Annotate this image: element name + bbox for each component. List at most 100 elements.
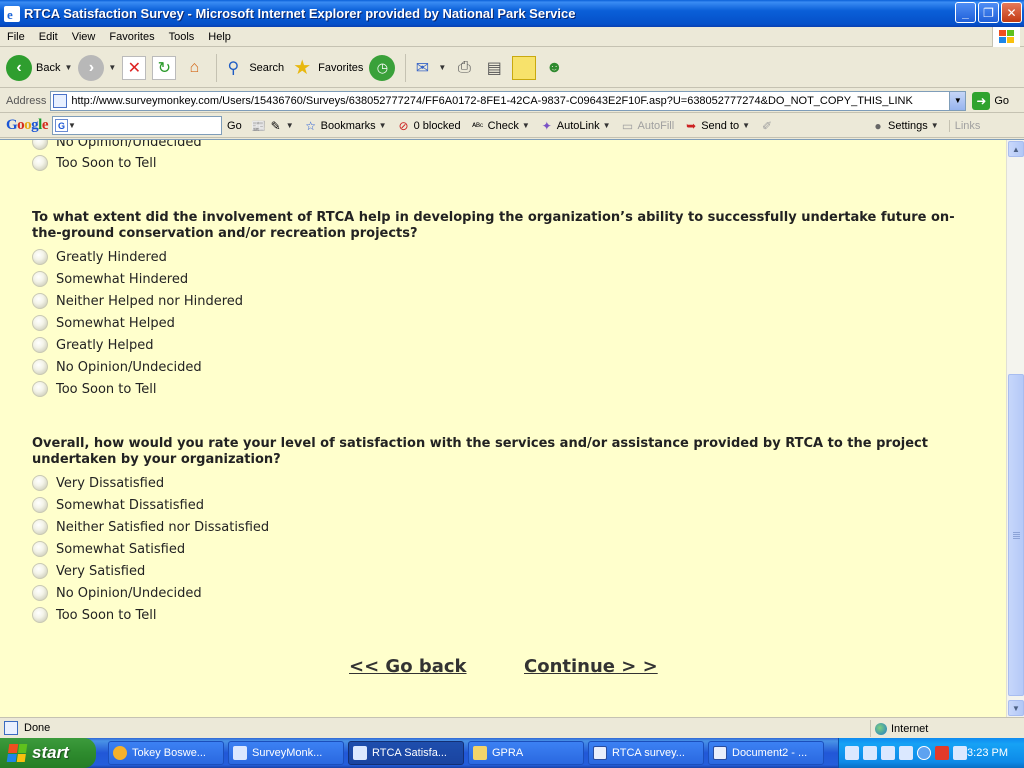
network-icon[interactable] <box>899 746 913 760</box>
radio-button[interactable] <box>32 271 48 287</box>
survey-option[interactable]: Very Dissatisfied <box>32 473 164 493</box>
taskbar-button[interactable]: RTCA survey... <box>588 741 704 765</box>
google-options-button[interactable]: 📰 ✎ ▼ <box>251 119 293 133</box>
scroll-down-button[interactable]: ▼ <box>1008 700 1024 716</box>
chevron-left-icon[interactable] <box>917 746 931 760</box>
survey-option[interactable]: Somewhat Hindered <box>32 269 188 289</box>
radio-button[interactable] <box>32 607 48 623</box>
survey-option[interactable]: No Opinion/Undecided <box>32 357 202 377</box>
taskbar-button[interactable]: Tokey Boswe... <box>108 741 224 765</box>
close-button[interactable]: ✕ <box>1001 2 1022 23</box>
messenger-button[interactable]: ☻ <box>542 51 566 85</box>
edit-icon[interactable] <box>881 746 895 760</box>
radio-button[interactable] <box>32 249 48 265</box>
menu-help[interactable]: Help <box>201 31 238 43</box>
chevron-down-icon[interactable]: ▼ <box>108 63 116 72</box>
bookmarks-button[interactable]: ☆ Bookmarks ▼ <box>304 119 386 133</box>
settings-button[interactable]: ● Settings ▼ <box>871 118 938 133</box>
chevron-down-icon[interactable]: ▼ <box>438 63 446 72</box>
go-arrow-icon: ➜ <box>972 91 991 110</box>
taskbar-button[interactable]: Document2 - ... <box>708 741 824 765</box>
google-go-button[interactable]: Go <box>227 120 242 132</box>
radio-button[interactable] <box>32 541 48 557</box>
taskbar-button[interactable]: RTCA Satisfa... <box>348 741 464 765</box>
radio-button[interactable] <box>32 563 48 579</box>
radio-button[interactable] <box>32 519 48 535</box>
go-back-link[interactable]: << Go back <box>349 656 467 677</box>
option-label: Somewhat Satisfied <box>56 541 186 557</box>
survey-option[interactable]: Greatly Hindered <box>32 247 167 267</box>
keyboard-icon[interactable] <box>863 746 877 760</box>
send-to-button[interactable]: ➥ Send to ▼ <box>684 119 750 133</box>
gear-icon: ● <box>874 118 882 133</box>
menu-file[interactable]: File <box>0 31 32 43</box>
survey-option[interactable]: Somewhat Helped <box>32 313 175 333</box>
menu-tools[interactable]: Tools <box>162 31 202 43</box>
chevron-down-icon[interactable]: ▼ <box>68 121 76 130</box>
menu-view[interactable]: View <box>65 31 103 43</box>
survey-option[interactable]: No Opinion/Undecided <box>32 583 202 603</box>
google-search-input[interactable]: G ▼ <box>52 116 223 135</box>
radio-button[interactable] <box>32 475 48 491</box>
stop-button[interactable]: ✕ <box>122 51 147 85</box>
start-button[interactable]: start <box>0 738 96 768</box>
survey-option[interactable]: Neither Satisfied nor Dissatisfied <box>32 517 269 537</box>
radio-button[interactable] <box>32 140 48 150</box>
address-url[interactable]: http://www.surveymonkey.com/Users/154367… <box>71 95 912 107</box>
survey-option[interactable]: No Opinion/Undecided <box>32 140 202 152</box>
discuss-button[interactable] <box>512 51 537 85</box>
chevron-down-icon[interactable]: ▼ <box>949 91 966 110</box>
radio-button[interactable] <box>32 293 48 309</box>
maximize-button[interactable]: ❐ <box>978 2 999 23</box>
highlight-button[interactable]: ✐ <box>760 119 774 133</box>
autofill-button[interactable]: ▭ AutoFill <box>621 119 674 133</box>
ati-icon[interactable] <box>935 746 949 760</box>
radio-button[interactable] <box>32 497 48 513</box>
minimize-button[interactable]: _ <box>955 2 976 23</box>
survey-option[interactable]: Somewhat Satisfied <box>32 539 185 559</box>
taskbar-button[interactable]: SurveyMonk... <box>228 741 344 765</box>
survey-option[interactable]: Too Soon to Tell <box>32 379 156 399</box>
popup-blocker-button[interactable]: ⊘ 0 blocked <box>397 119 461 133</box>
links-button[interactable]: Links <box>948 119 980 132</box>
back-button[interactable]: ‹ Back ▼ <box>6 51 72 85</box>
radio-button[interactable] <box>32 381 48 397</box>
home-button[interactable]: ⌂ <box>182 51 206 85</box>
edit-icon: ▤ <box>486 59 502 77</box>
menu-edit[interactable]: Edit <box>32 31 65 43</box>
radio-button[interactable] <box>32 337 48 353</box>
edit-button[interactable]: ▤ <box>482 51 506 85</box>
radio-button[interactable] <box>32 155 48 171</box>
survey-option[interactable]: Too Soon to Tell <box>32 153 156 173</box>
scroll-up-button[interactable]: ▲ <box>1008 141 1024 157</box>
refresh-button[interactable]: ↻ <box>152 51 177 85</box>
survey-option[interactable]: Neither Helped nor Hindered <box>32 291 243 311</box>
autolink-button[interactable]: ✦ AutoLink ▼ <box>540 119 611 133</box>
print-button[interactable]: ⎙ <box>452 51 476 85</box>
favorites-button[interactable]: ★ Favorites <box>290 51 363 85</box>
survey-option[interactable]: Greatly Helped <box>32 335 154 355</box>
search-button[interactable]: ⚲ Search <box>221 51 284 85</box>
spell-check-button[interactable]: ᴬᴮᶜ Check ▼ <box>471 119 530 133</box>
forward-button[interactable]: › ▼ <box>78 51 116 85</box>
taskbar-button[interactable]: GPRA <box>468 741 584 765</box>
survey-option[interactable]: Very Satisfied <box>32 561 145 581</box>
chevron-down-icon: ▼ <box>602 121 611 130</box>
address-input[interactable]: http://www.surveymonkey.com/Users/154367… <box>50 90 967 111</box>
mail-button[interactable]: ✉ ▼ <box>410 51 447 85</box>
survey-option[interactable]: Too Soon to Tell <box>32 605 156 625</box>
menu-favorites[interactable]: Favorites <box>102 31 161 43</box>
volume-icon[interactable] <box>953 746 967 760</box>
favorites-star-icon: ★ <box>293 57 312 79</box>
chevron-down-icon[interactable]: ▼ <box>64 63 72 72</box>
survey-option[interactable]: Somewhat Dissatisfied <box>32 495 204 515</box>
continue-link[interactable]: Continue > > <box>524 656 658 677</box>
history-button[interactable]: ◷ <box>369 51 396 85</box>
vertical-scrollbar[interactable]: ▲ ▼ <box>1006 140 1024 717</box>
radio-button[interactable] <box>32 315 48 331</box>
go-button[interactable]: ➜ Go <box>972 91 1009 110</box>
radio-button[interactable] <box>32 585 48 601</box>
pen-icon[interactable] <box>845 746 859 760</box>
radio-button[interactable] <box>32 359 48 375</box>
scroll-thumb[interactable] <box>1008 374 1024 696</box>
